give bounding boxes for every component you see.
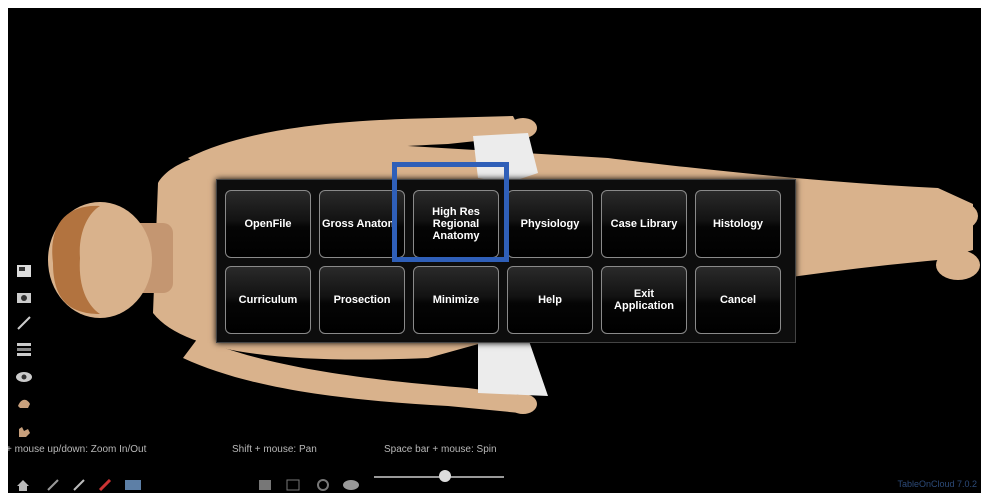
app-window: OpenFile Gross Anatom High Res Regional … [0,0,981,493]
exit-application-button[interactable]: Exit Application [601,266,687,334]
marker-icon[interactable] [98,478,112,492]
physiology-button[interactable]: Physiology [507,190,593,258]
cancel-button[interactable]: Cancel [695,266,781,334]
anatomy-viewport[interactable]: OpenFile Gross Anatom High Res Regional … [8,8,981,493]
layout-icon[interactable] [13,262,35,280]
histology-button[interactable]: Histology [695,190,781,258]
high-res-regional-anatomy-button[interactable]: High Res Regional Anatomy [413,190,499,258]
eye-icon[interactable] [13,368,35,386]
pen-icon[interactable] [13,314,35,332]
case-library-button[interactable]: Case Library [601,190,687,258]
zoom-hint: + mouse up/down: Zoom In/Out [8,444,147,455]
slice-icon[interactable] [13,340,35,358]
version-label: TableOnCloud 7.0.2 [897,479,977,489]
scalpel-icon[interactable] [72,478,86,492]
home-icon[interactable] [16,478,30,492]
save-icon[interactable] [258,478,272,492]
draw-tool-icon[interactable] [46,478,60,492]
screen-icon[interactable] [124,478,142,492]
hand-icon[interactable] [13,422,35,440]
prosection-button[interactable]: Prosection [319,266,405,334]
camera-icon[interactable] [13,288,35,306]
view-eye-icon[interactable] [342,478,360,492]
gross-anatomy-button[interactable]: Gross Anatom [319,190,405,258]
zoom-slider[interactable] [374,470,504,484]
body-part-icon[interactable] [13,394,35,412]
curriculum-button[interactable]: Curriculum [225,266,311,334]
settings-icon[interactable] [316,478,330,492]
help-button[interactable]: Help [507,266,593,334]
main-menu-panel: OpenFile Gross Anatom High Res Regional … [216,179,796,343]
zoom-slider-thumb[interactable] [438,470,451,482]
spin-hint: Space bar + mouse: Spin [384,444,497,455]
copy-icon[interactable] [286,478,300,492]
openfile-button[interactable]: OpenFile [225,190,311,258]
pan-hint: Shift + mouse: Pan [232,444,317,455]
minimize-button[interactable]: Minimize [413,266,499,334]
